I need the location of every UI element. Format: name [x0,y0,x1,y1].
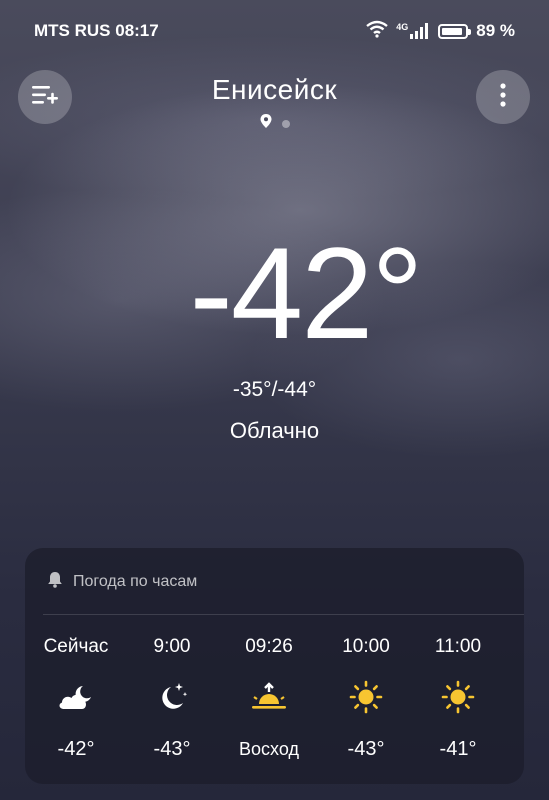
battery-level [442,27,462,35]
hourly-header: Погода по часам [25,548,524,596]
hour-time: 11:00 [434,636,482,657]
hour-temp: -41° [439,738,477,760]
sun-icon [346,680,386,714]
bell-icon [47,571,63,593]
hour-temp: Восход [239,739,299,759]
status-right: 4G 89 % [366,20,515,43]
weather-condition: Облачно [229,418,320,443]
hour-time: 09:26 [245,636,293,657]
sun-icon [438,680,478,714]
hour-temp: -43° [347,738,385,760]
location-pin-icon [260,114,272,133]
hour-item-9-00[interactable]: 9:00 -43° [127,632,217,764]
hour-time: 10:00 [342,636,390,657]
signal-icon: 4G [396,23,430,39]
divider [43,614,524,615]
hourly-list[interactable]: Сейчас -42° 9:00 -43° 09:26 Восход 10:00… [25,632,524,782]
hourly-title: Погода по часам [73,573,198,590]
status-left: MTS RUS 08:17 [34,21,159,41]
battery-percent: 89 % [476,21,515,40]
hour-temp: -43° [153,738,191,760]
carrier-label: MTS RUS [34,21,111,40]
network-type-label: 4G [396,22,409,32]
temperature-range: -35°/-44° [232,378,317,401]
cloud-moon-icon [56,680,96,714]
hour-item-11-00[interactable]: 11:00 -41° [413,632,503,764]
wifi-icon [366,20,388,43]
hour-item-sunrise[interactable]: 09:26 Восход [224,632,314,764]
status-bar: MTS RUS 08:17 4G 89 % [0,0,549,62]
city-pager[interactable] [0,114,549,133]
city-name: Енисейск [211,74,338,105]
hourly-forecast-card[interactable]: Погода по часам Сейчас -42° 9:00 -43° 09… [25,548,524,784]
sunrise-icon [249,680,289,714]
clock: 08:17 [115,21,159,40]
hour-time: Сейчас [43,636,109,657]
page-dot [281,119,290,128]
hour-time: 9:00 [153,636,191,657]
hour-item-now[interactable]: Сейчас -42° [31,632,121,764]
hour-item-10-00[interactable]: 10:00 -43° [321,632,411,764]
hour-temp: -42° [57,738,95,760]
moon-stars-icon [152,680,192,714]
battery-icon [438,23,472,39]
current-temperature: -42° [189,220,424,366]
